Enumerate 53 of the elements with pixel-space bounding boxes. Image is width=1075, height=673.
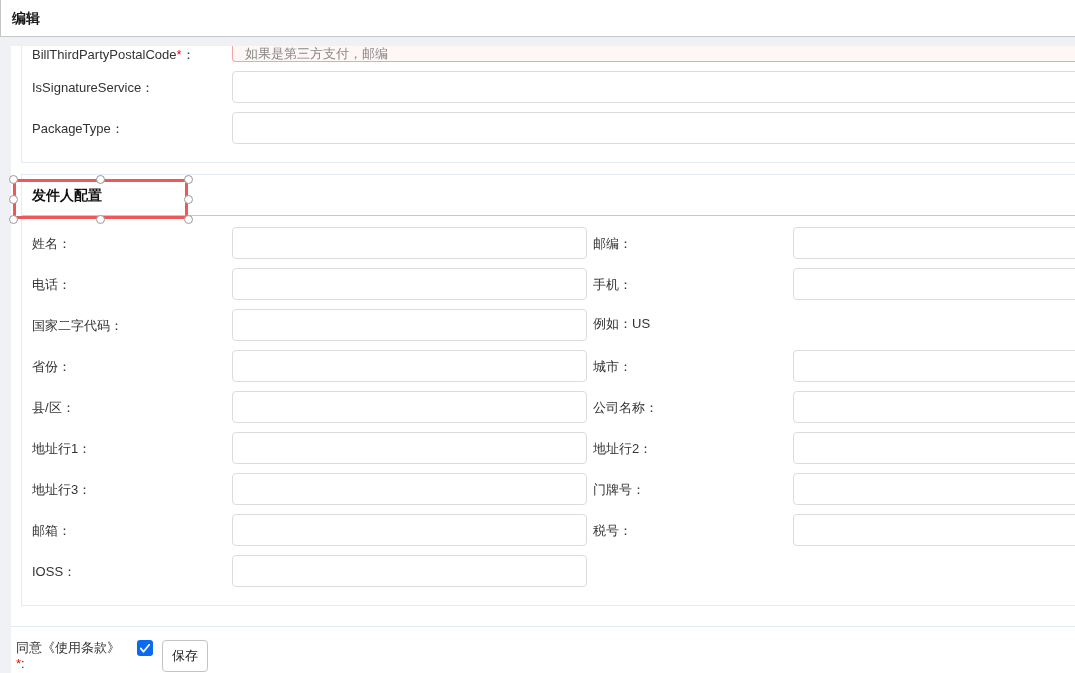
text-field[interactable]: [232, 112, 1075, 144]
text-field[interactable]: [232, 227, 587, 259]
field-label: IOSS：: [32, 563, 78, 579]
field-label: 县/区：: [32, 399, 76, 415]
text-field[interactable]: [793, 473, 1075, 505]
field-label: 公司名称：: [593, 399, 659, 415]
text-field[interactable]: [232, 350, 587, 382]
resize-handle[interactable]: [9, 195, 18, 204]
field-label: 邮箱：: [32, 522, 72, 538]
field-label: 地址行2：: [593, 440, 654, 456]
field-label: 地址行1：: [32, 440, 93, 456]
text-field[interactable]: [232, 309, 587, 341]
field-label: 门牌号：: [593, 481, 646, 497]
hint-text: 例如：US: [593, 315, 652, 331]
text-field[interactable]: 如果是第三方支付，邮编: [232, 46, 1075, 62]
field-label: 电话：: [32, 276, 72, 292]
text-field[interactable]: [232, 71, 1075, 103]
terms-label: 同意《使用条款》 *:: [16, 640, 121, 672]
text-field[interactable]: [232, 391, 587, 423]
resize-handle[interactable]: [96, 215, 105, 224]
checkbox[interactable]: [137, 640, 153, 656]
field-label: 城市：: [593, 358, 633, 374]
text-field[interactable]: [793, 268, 1075, 300]
field-label: 国家二字代码：: [32, 317, 124, 333]
text-field[interactable]: [793, 391, 1075, 423]
resize-handle[interactable]: [9, 215, 18, 224]
text-field[interactable]: [232, 473, 587, 505]
text-field[interactable]: [232, 555, 587, 587]
text-field[interactable]: [232, 432, 587, 464]
checkmark-icon: [140, 643, 150, 653]
field-label: PackageType：: [32, 120, 125, 136]
section-title: 发件人配置: [32, 185, 102, 205]
field-label: 手机：: [593, 276, 633, 292]
field-label: 邮编：: [593, 235, 633, 251]
dialog-title: 编辑: [12, 8, 40, 28]
save-button[interactable]: 保存: [162, 640, 208, 672]
resize-handle[interactable]: [184, 195, 193, 204]
field-label: BillThirdPartyPostalCode*：: [32, 46, 196, 62]
text-field[interactable]: [793, 227, 1075, 259]
text-field[interactable]: [793, 514, 1075, 546]
resize-handle[interactable]: [9, 175, 18, 184]
text-field[interactable]: [232, 268, 587, 300]
resize-handle[interactable]: [184, 215, 193, 224]
text-field[interactable]: [793, 350, 1075, 382]
resize-handle[interactable]: [96, 175, 105, 184]
field-label: IsSignatureService：: [32, 79, 156, 95]
resize-handle[interactable]: [184, 175, 193, 184]
field-label: 税号：: [593, 522, 633, 538]
field-label: 省份：: [32, 358, 72, 374]
field-label: 地址行3：: [32, 481, 93, 497]
field-label: 姓名：: [32, 235, 72, 251]
text-field[interactable]: [232, 514, 587, 546]
text-field[interactable]: [793, 432, 1075, 464]
